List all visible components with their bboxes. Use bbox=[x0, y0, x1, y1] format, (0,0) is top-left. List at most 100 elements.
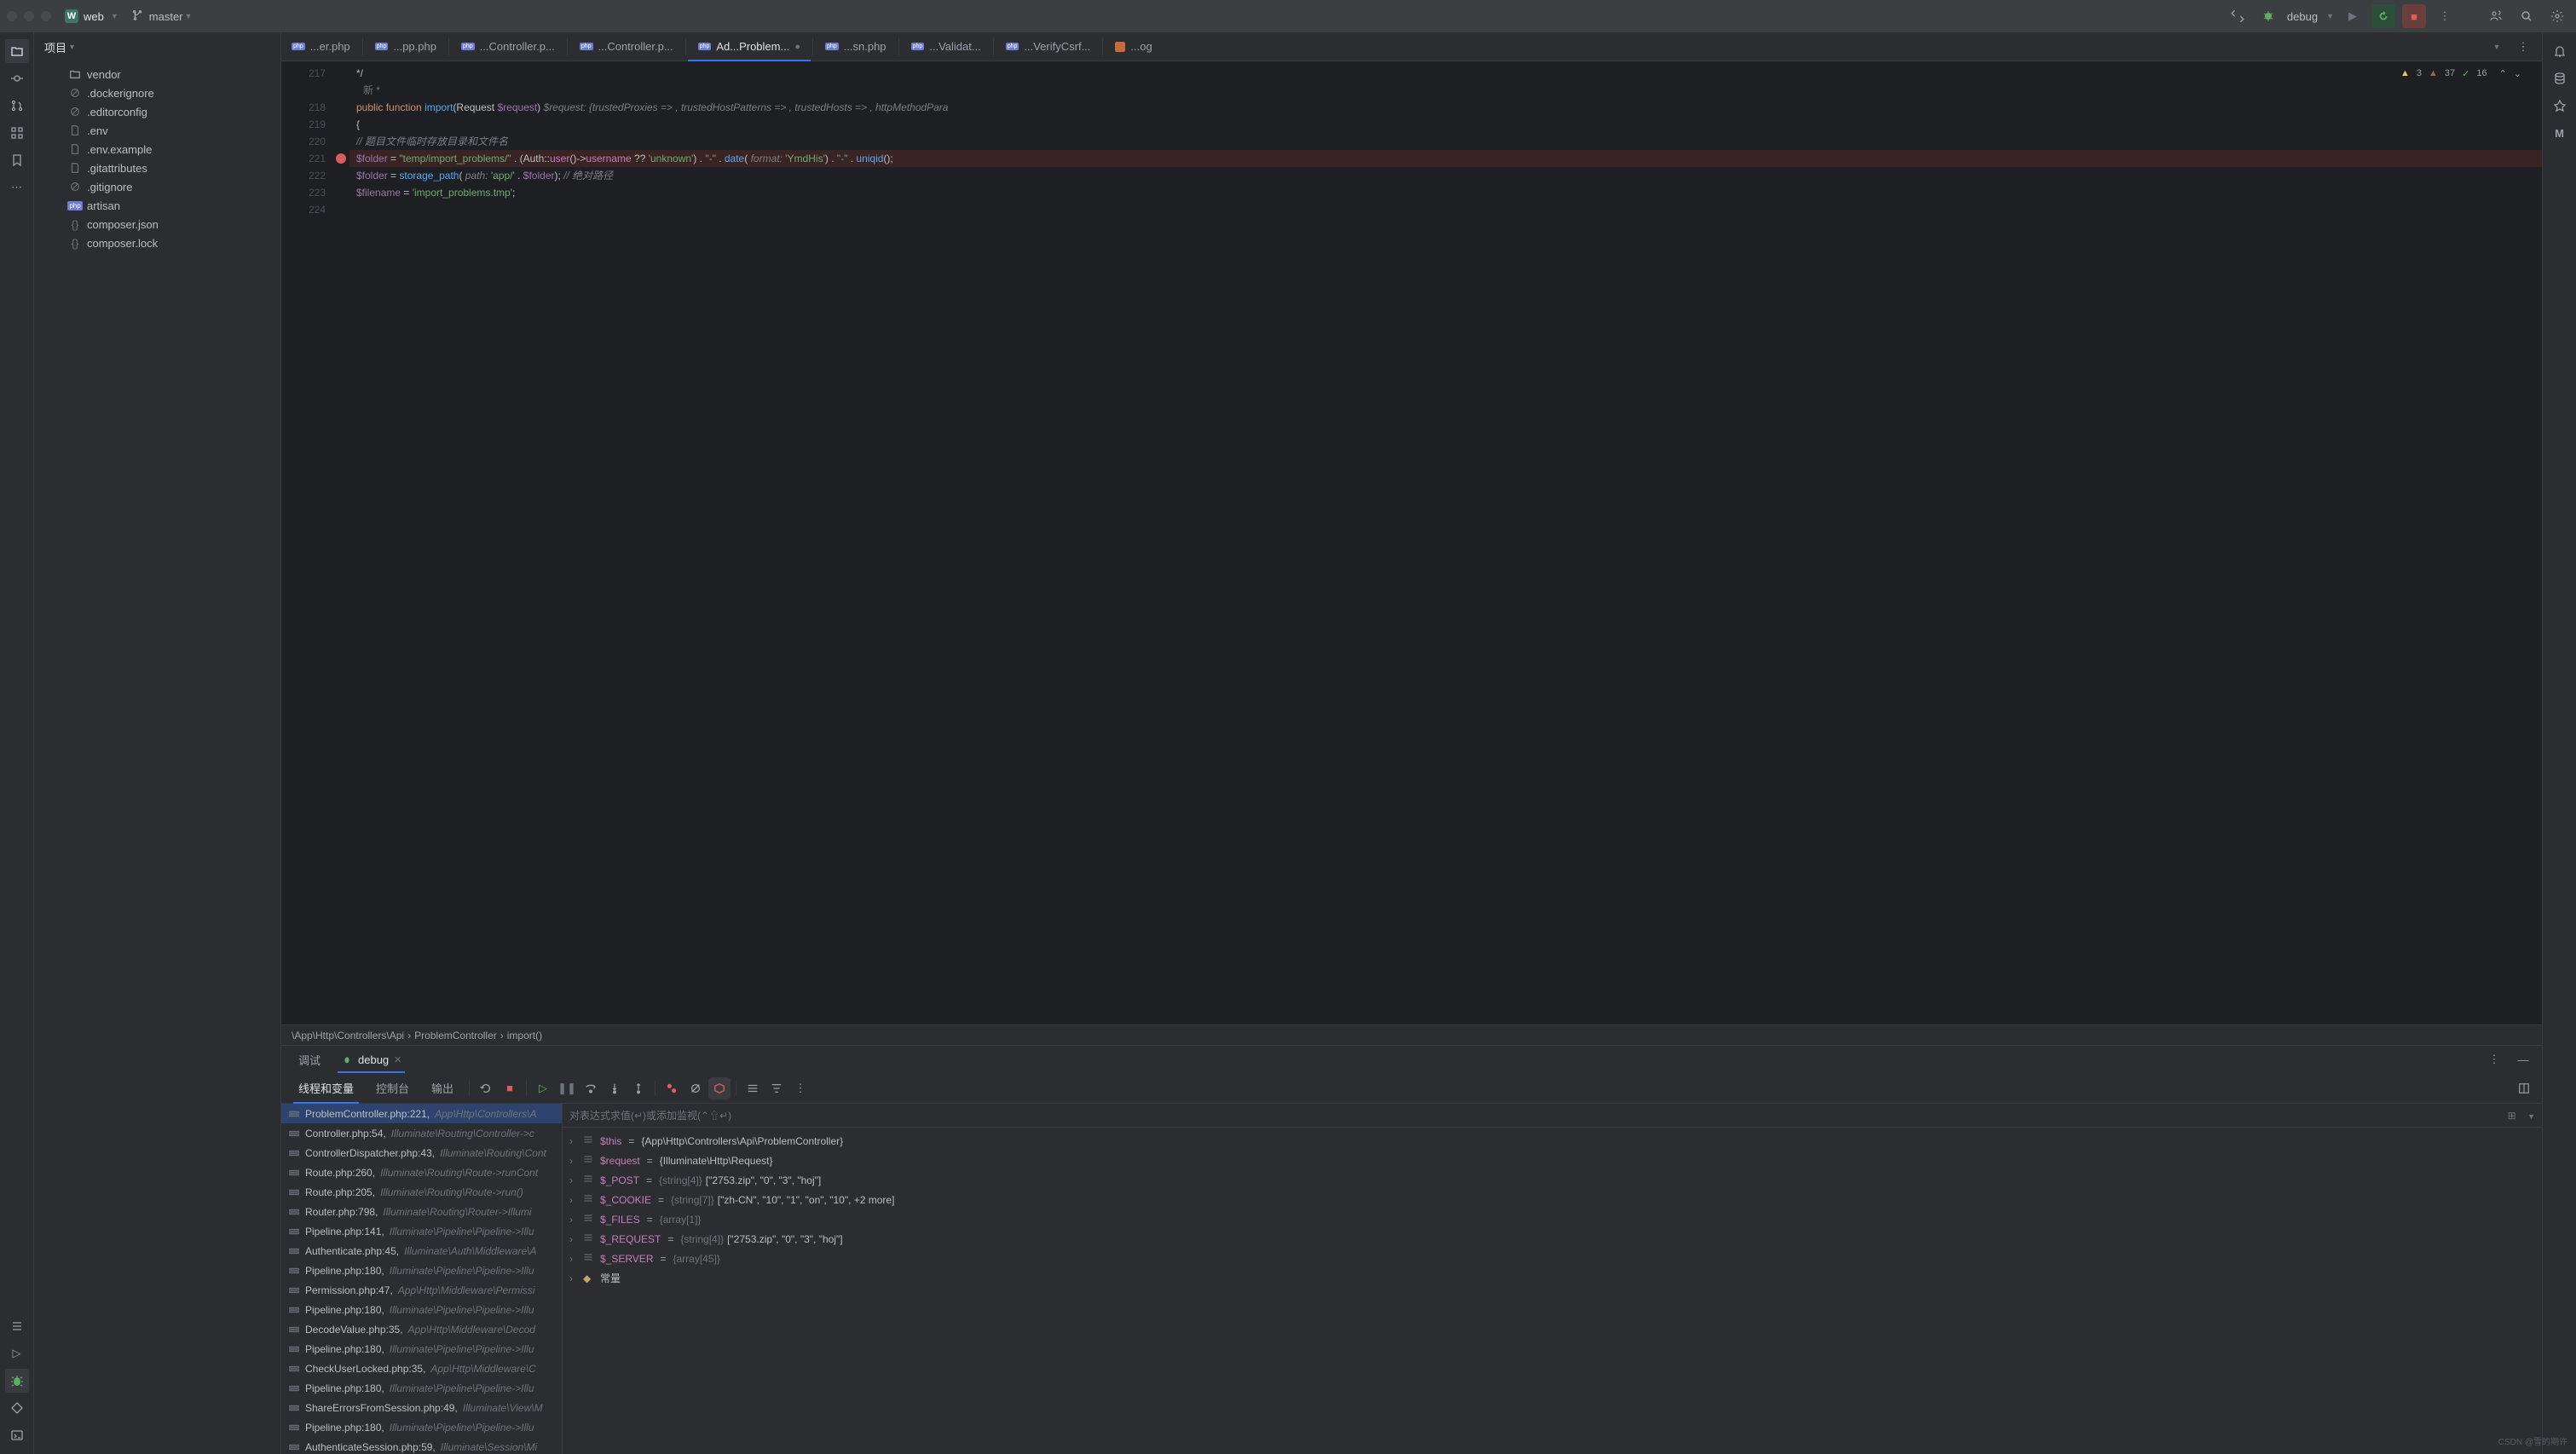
code-line[interactable]: $folder = "temp/import_problems/" . (Aut… bbox=[349, 150, 2542, 167]
threads-vars-tab[interactable]: 线程和变量 bbox=[288, 1073, 364, 1104]
stack-frame[interactable]: Pipeline.php:180, Illuminate\Pipeline\Pi… bbox=[281, 1339, 562, 1359]
stack-frame[interactable]: DecodeValue.php:35, App\Http\Middleware\… bbox=[281, 1319, 562, 1339]
notifications-icon[interactable] bbox=[2548, 39, 2572, 63]
stop-icon[interactable]: ■ bbox=[2402, 4, 2426, 28]
chevron-down-icon[interactable]: ▼ bbox=[111, 12, 118, 20]
chevron-down-icon[interactable]: ▼ bbox=[68, 43, 76, 51]
tree-item[interactable]: .editorconfig bbox=[34, 102, 280, 121]
bug-icon[interactable] bbox=[2256, 4, 2280, 28]
stack-frame[interactable]: Pipeline.php:180, Illuminate\Pipeline\Pi… bbox=[281, 1300, 562, 1319]
stack-frame[interactable]: Route.php:260, Illuminate\Routing\Route-… bbox=[281, 1163, 562, 1182]
resume-icon[interactable]: ▷ bbox=[532, 1077, 554, 1099]
code-line[interactable]: */ bbox=[349, 65, 2542, 82]
step-out-icon[interactable] bbox=[627, 1077, 650, 1099]
close-icon[interactable]: ✕ bbox=[394, 1054, 401, 1065]
users-icon[interactable] bbox=[2484, 4, 2508, 28]
branch-name[interactable]: master bbox=[149, 10, 183, 23]
stack-frame[interactable]: Router.php:798, Illuminate\Routing\Route… bbox=[281, 1202, 562, 1221]
stack-frame[interactable]: Pipeline.php:180, Illuminate\Pipeline\Pi… bbox=[281, 1378, 562, 1398]
filter-icon[interactable] bbox=[765, 1077, 788, 1099]
watch-input[interactable]: 对表达式求值(↵)或添加监视(⌃⇧↵) ⊞ ▼ bbox=[563, 1104, 2542, 1128]
expand-icon[interactable]: ▼ bbox=[2527, 1112, 2535, 1121]
mute-breakpoints-icon[interactable] bbox=[684, 1077, 707, 1099]
structure-tool-icon[interactable] bbox=[5, 121, 29, 145]
variable-item[interactable]: ›$_POST={string[4]} ["2753.zip", "0", "3… bbox=[563, 1170, 2542, 1190]
editor-tab[interactable]: ...og bbox=[1105, 32, 1162, 61]
chevron-right-icon[interactable]: › bbox=[569, 1233, 580, 1245]
chevron-down-icon[interactable]: ▼ bbox=[2326, 12, 2334, 20]
code-line[interactable]: public function import(Request $request)… bbox=[349, 99, 2542, 116]
project-panel-header[interactable]: 项目 ▼ bbox=[34, 32, 280, 61]
tabs-dropdown-icon[interactable]: ▼ bbox=[2484, 35, 2508, 59]
project-tree[interactable]: vendor.dockerignore.editorconfig.env.env… bbox=[34, 61, 280, 1454]
more-icon[interactable]: ⋮ bbox=[789, 1077, 811, 1099]
close-icon[interactable]: ● bbox=[794, 42, 800, 52]
tree-item[interactable]: {}composer.json bbox=[34, 215, 280, 234]
code-line[interactable]: $filename = 'import_problems.tmp'; bbox=[349, 184, 2542, 201]
breakpoint-icon[interactable] bbox=[336, 153, 346, 164]
play-icon[interactable]: ▶ bbox=[2341, 4, 2365, 28]
editor-tab[interactable]: php...Controller.p... bbox=[451, 32, 565, 61]
line-number[interactable] bbox=[281, 82, 326, 99]
run-config-name[interactable]: debug bbox=[2287, 10, 2318, 23]
variables-tree[interactable]: ›$this={App\Http\Controllers\Api\Problem… bbox=[563, 1128, 2542, 1454]
editor-tab[interactable]: php...Validat... bbox=[901, 32, 991, 61]
debug-tool-icon[interactable] bbox=[5, 1369, 29, 1393]
project-tool-icon[interactable] bbox=[5, 39, 29, 63]
breadcrumb-class[interactable]: ProblemController bbox=[414, 1030, 497, 1041]
tree-item[interactable]: vendor bbox=[34, 65, 280, 84]
editor-tab[interactable]: phpAd...Problem...● bbox=[688, 32, 811, 61]
code-line[interactable]: // 题目文件临时存放目录和文件名 bbox=[349, 133, 2542, 150]
debug-title-tab[interactable]: 调试 bbox=[288, 1046, 331, 1073]
project-name[interactable]: web bbox=[84, 10, 104, 23]
stack-frame[interactable]: ShareErrorsFromSession.php:49, Illuminat… bbox=[281, 1398, 562, 1417]
line-number[interactable]: 220 bbox=[281, 133, 326, 150]
frames-panel[interactable]: ProblemController.php:221, App\Http\Cont… bbox=[281, 1104, 563, 1454]
editor-tab[interactable]: php...sn.php bbox=[815, 32, 897, 61]
breadcrumb[interactable]: \App\Http\Controllers\Api › ProblemContr… bbox=[281, 1024, 2542, 1045]
line-number[interactable]: 223 bbox=[281, 184, 326, 201]
variable-item[interactable]: ›$_REQUEST={string[4]} ["2753.zip", "0",… bbox=[563, 1229, 2542, 1249]
output-tab[interactable]: 输出 bbox=[421, 1073, 464, 1104]
tree-item[interactable]: .gitattributes bbox=[34, 159, 280, 177]
pull-requests-icon[interactable] bbox=[5, 94, 29, 118]
stack-frame[interactable]: ControllerDispatcher.php:43, Illuminate\… bbox=[281, 1143, 562, 1163]
stack-frame[interactable]: Permission.php:47, App\Http\Middleware\P… bbox=[281, 1280, 562, 1300]
line-number[interactable]: 224 bbox=[281, 201, 326, 218]
minimize-window-icon[interactable] bbox=[24, 11, 34, 21]
line-number[interactable]: 221 bbox=[281, 150, 326, 167]
close-window-icon[interactable] bbox=[7, 11, 17, 21]
editor-tab[interactable]: php...VerifyCsrf... bbox=[996, 32, 1101, 61]
line-number[interactable]: 222 bbox=[281, 167, 326, 184]
more-icon[interactable]: ⋮ bbox=[2482, 1047, 2506, 1071]
chevron-right-icon[interactable]: › bbox=[569, 1194, 580, 1206]
stack-frame[interactable]: Authenticate.php:45, Illuminate\Auth\Mid… bbox=[281, 1241, 562, 1261]
stack-frame[interactable]: AuthenticateSession.php:59, Illuminate\S… bbox=[281, 1437, 562, 1454]
chevron-right-icon[interactable]: › bbox=[569, 1253, 580, 1265]
run-tool-icon[interactable]: ▷ bbox=[5, 1341, 29, 1365]
chevron-right-icon[interactable]: › bbox=[569, 1135, 580, 1147]
code-line[interactable]: 新 * bbox=[349, 82, 2542, 99]
maximize-window-icon[interactable] bbox=[41, 11, 51, 21]
stack-frame[interactable]: CheckUserLocked.php:35, App\Http\Middlew… bbox=[281, 1359, 562, 1378]
chevron-down-icon[interactable]: ⌄ bbox=[2514, 68, 2521, 79]
tree-item[interactable]: .gitignore bbox=[34, 177, 280, 196]
breadcrumb-method[interactable]: import() bbox=[507, 1030, 542, 1041]
rerun-icon[interactable] bbox=[475, 1077, 497, 1099]
more-icon[interactable]: ⋮ bbox=[2433, 4, 2457, 28]
code-with-me-icon[interactable] bbox=[2226, 4, 2250, 28]
chevron-right-icon[interactable]: › bbox=[569, 1155, 580, 1167]
more-tools-icon[interactable]: ⋯ bbox=[5, 176, 29, 199]
threads-list-icon[interactable] bbox=[742, 1077, 764, 1099]
console-tab[interactable]: 控制台 bbox=[366, 1073, 419, 1104]
services-tool-icon[interactable] bbox=[5, 1396, 29, 1420]
tree-item[interactable]: {}composer.lock bbox=[34, 234, 280, 252]
add-watch-icon[interactable]: ⊞ bbox=[2508, 1110, 2516, 1122]
code-line[interactable]: { bbox=[349, 116, 2542, 133]
editor-tab[interactable]: php...Controller.p... bbox=[569, 32, 684, 61]
constants-item[interactable]: ›◆常量 bbox=[563, 1268, 2542, 1288]
stack-frame[interactable]: Route.php:205, Illuminate\Routing\Route-… bbox=[281, 1182, 562, 1202]
stack-frame[interactable]: ProblemController.php:221, App\Http\Cont… bbox=[281, 1104, 562, 1123]
database-icon[interactable] bbox=[2548, 66, 2572, 90]
code-editor[interactable]: ▲3 ▲37 ✓16 ⌃ ⌄ 217218219220221222223224 … bbox=[281, 61, 2542, 1024]
